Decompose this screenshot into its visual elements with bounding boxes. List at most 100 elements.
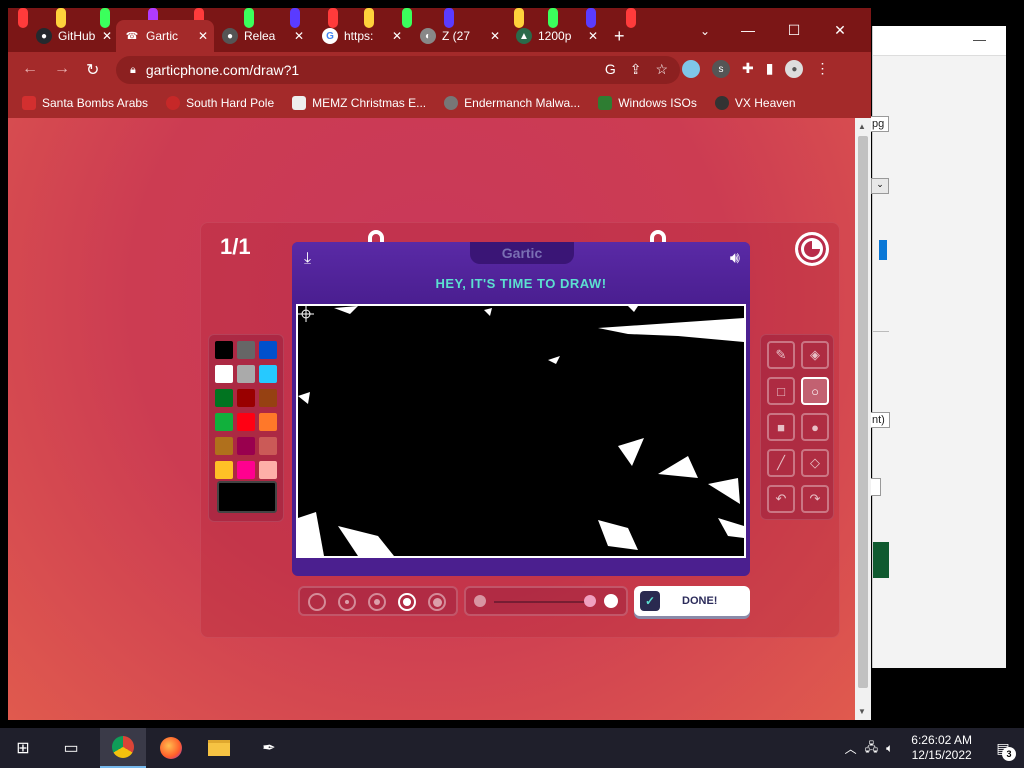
opacity-slider[interactable]: [464, 586, 628, 616]
close-tab-icon[interactable]: ✕: [294, 29, 304, 43]
windows-start-icon[interactable]: ⊞: [0, 728, 46, 768]
filled-ellipse-tool-icon[interactable]: ●: [801, 413, 829, 441]
download-icon[interactable]: ⤓: [304, 250, 311, 268]
brush-size-option[interactable]: [368, 593, 386, 611]
color-swatch[interactable]: [215, 365, 233, 383]
brush-size-option[interactable]: [398, 593, 416, 611]
color-swatch[interactable]: [259, 437, 277, 455]
pencil-tool-icon[interactable]: ✎: [767, 341, 795, 369]
background-select[interactable]: ⌄: [871, 178, 889, 194]
close-tab-icon[interactable]: ✕: [102, 29, 112, 43]
bookmark-label[interactable]: Santa Bombs Arabs: [42, 96, 148, 110]
minimize-icon[interactable]: —: [973, 32, 986, 47]
clock[interactable]: 6:26:02 AM 12/15/2022: [911, 733, 972, 763]
notification-center-icon[interactable]: ▤ 3: [990, 735, 1016, 761]
filled-rectangle-tool-icon[interactable]: ■: [767, 413, 795, 441]
color-swatch[interactable]: [237, 389, 255, 407]
scroll-down-icon[interactable]: ▼: [858, 707, 866, 716]
url-text[interactable]: garticphone.com/draw?1: [146, 62, 299, 78]
scrollbar-thumb[interactable]: [858, 136, 868, 688]
color-swatch[interactable]: [259, 461, 277, 479]
bookmark-item[interactable]: Santa Bombs Arabs: [22, 96, 148, 110]
firefox-taskbar-icon[interactable]: [148, 728, 194, 768]
color-swatch[interactable]: [215, 413, 233, 431]
color-swatch[interactable]: [215, 437, 233, 455]
color-swatch[interactable]: [237, 365, 255, 383]
brush-size-option[interactable]: [338, 593, 356, 611]
color-swatch[interactable]: [237, 461, 255, 479]
tab-1200p[interactable]: ▲ 1200p ✕: [508, 20, 604, 52]
eraser-tool-icon[interactable]: ◈: [801, 341, 829, 369]
color-swatch[interactable]: [259, 389, 277, 407]
color-swatch[interactable]: [215, 461, 233, 479]
color-swatch[interactable]: [237, 341, 255, 359]
drawing-canvas[interactable]: [296, 304, 746, 558]
lock-icon[interactable]: 🔒︎: [130, 64, 136, 77]
tab-search-icon[interactable]: ⌄: [700, 24, 710, 38]
color-swatch[interactable]: [237, 413, 255, 431]
close-icon[interactable]: ✕: [817, 16, 863, 44]
minimize-icon[interactable]: —: [725, 16, 771, 44]
maximize-icon[interactable]: ☐: [771, 16, 817, 44]
reload-icon[interactable]: ↻: [86, 60, 99, 80]
background-window-titlebar[interactable]: —: [873, 26, 1006, 56]
bookmark-item[interactable]: South Hard Pole: [166, 96, 274, 110]
scroll-up-icon[interactable]: ▲: [858, 122, 866, 131]
tab-https[interactable]: G https: ✕: [314, 20, 408, 52]
color-swatch[interactable]: [259, 365, 277, 383]
file-explorer-icon[interactable]: [196, 728, 242, 768]
address-bar[interactable]: 🔒︎ garticphone.com/draw?1 G ⇪ ☆: [116, 56, 680, 84]
back-icon[interactable]: ←: [22, 60, 38, 78]
tab-releases[interactable]: ● Relea ✕: [214, 20, 310, 52]
flag-extension-icon[interactable]: [682, 60, 700, 78]
bookmark-item[interactable]: VX Heaven: [714, 96, 796, 110]
bookmark-label[interactable]: MEMZ Christmas E...: [312, 96, 426, 110]
bookmark-item[interactable]: MEMZ Christmas E...: [292, 96, 426, 110]
fill-bucket-tool-icon[interactable]: ◇: [801, 449, 829, 477]
close-tab-icon[interactable]: ✕: [392, 29, 402, 43]
show-hidden-icons-icon[interactable]: ︿: [845, 740, 857, 757]
bookmark-item[interactable]: Windows ISOs: [598, 96, 697, 110]
bookmark-label[interactable]: VX Heaven: [735, 96, 796, 110]
menu-kebab-icon[interactable]: ⋮: [815, 60, 829, 78]
pen-app-icon[interactable]: ✒: [246, 728, 292, 768]
bookmark-label[interactable]: Endermanch Malwa...: [464, 96, 580, 110]
tab-github[interactable]: ● GitHub ✕: [28, 20, 118, 52]
close-tab-icon[interactable]: ✕: [588, 29, 598, 43]
sound-icon[interactable]: 🔊︎: [730, 250, 740, 268]
network-icon[interactable]: 🖧︎: [865, 738, 878, 759]
redo-tool-icon[interactable]: ↷: [801, 485, 829, 513]
share-icon[interactable]: ⇪: [630, 61, 642, 78]
brush-size-option[interactable]: [308, 593, 326, 611]
slider-knob[interactable]: [584, 595, 596, 607]
page-scrollbar[interactable]: ▲ ▼: [855, 118, 871, 720]
color-swatch[interactable]: [215, 389, 233, 407]
puzzle-extensions-icon[interactable]: ✚: [742, 60, 754, 78]
bookmark-star-icon[interactable]: ☆: [655, 61, 668, 78]
undo-tool-icon[interactable]: ↶: [767, 485, 795, 513]
color-swatch[interactable]: [237, 437, 255, 455]
tab-z[interactable]: ◐ Z (27 ✕: [412, 20, 506, 52]
brush-size-option[interactable]: [428, 593, 446, 611]
ellipse-tool-icon[interactable]: ○: [801, 377, 829, 405]
rectangle-tool-icon[interactable]: □: [767, 377, 795, 405]
bookmark-label[interactable]: South Hard Pole: [186, 96, 274, 110]
s-extension-icon[interactable]: s: [712, 60, 730, 78]
new-tab-icon[interactable]: +: [614, 26, 625, 47]
color-swatch[interactable]: [259, 341, 277, 359]
tab-gartic[interactable]: ☎ Gartic ✕: [116, 20, 214, 52]
profile-avatar-icon[interactable]: ●: [785, 60, 804, 78]
forward-icon[interactable]: →: [54, 60, 70, 78]
close-tab-icon[interactable]: ✕: [198, 29, 208, 43]
google-lens-icon[interactable]: G: [605, 61, 616, 78]
chrome-taskbar-icon[interactable]: [100, 728, 146, 768]
bookmark-item[interactable]: Endermanch Malwa...: [444, 96, 580, 110]
line-tool-icon[interactable]: ╱: [767, 449, 795, 477]
task-view-icon[interactable]: ▭: [48, 728, 94, 768]
bookmark-label[interactable]: Windows ISOs: [618, 96, 697, 110]
volume-icon[interactable]: 🔈︎: [886, 741, 893, 756]
background-green-button[interactable]: [873, 542, 889, 578]
background-window[interactable]: — pg ⌄ nt): [867, 26, 1006, 668]
done-button[interactable]: ✓ DONE!: [634, 586, 750, 616]
color-swatch[interactable]: [215, 341, 233, 359]
